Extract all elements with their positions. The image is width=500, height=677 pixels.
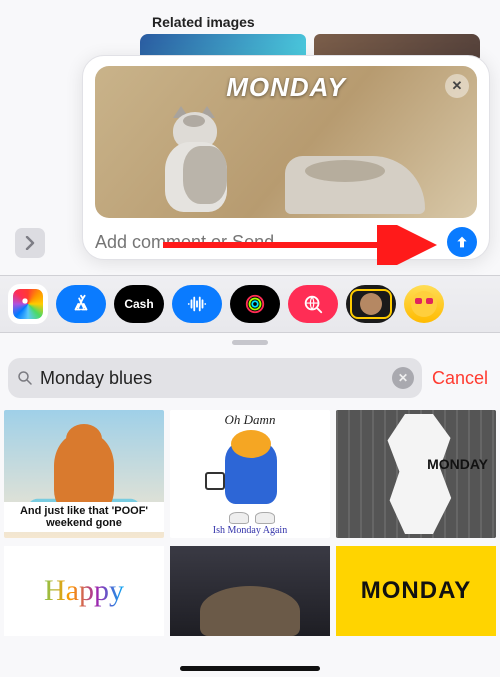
gif-search-input[interactable]: [40, 368, 392, 389]
close-icon: ✕: [452, 78, 463, 94]
activity-rings-icon: [244, 293, 266, 315]
gif-result[interactable]: MONDAY: [336, 410, 496, 538]
globe-search-icon: [302, 293, 324, 315]
gif-result[interactable]: And just like that 'POOF' weekend gone: [4, 410, 164, 538]
app-photos[interactable]: [8, 284, 48, 324]
related-images-label: Related images: [152, 14, 255, 30]
gif-search-row: ✕ Cancel: [8, 358, 492, 398]
heart-eyes-icon: [411, 291, 437, 317]
comment-input[interactable]: [95, 232, 447, 253]
home-indicator[interactable]: [180, 666, 320, 671]
gif-result[interactable]: Oh Damn Ish Monday Again: [170, 410, 330, 538]
app-gifsearch[interactable]: [288, 285, 338, 323]
gif-subtitle: Ish Monday Again: [170, 525, 330, 536]
gif-search-field[interactable]: ✕: [8, 358, 422, 398]
search-icon: [16, 369, 34, 387]
message-compose-card: MONDAY ✕: [82, 55, 490, 260]
appstore-icon: [70, 293, 92, 315]
gif-results-grid: And just like that 'POOF' weekend gone O…: [0, 410, 500, 538]
drawer-grabber[interactable]: [232, 340, 268, 345]
app-memoji[interactable]: [346, 285, 396, 323]
app-applecash[interactable]: Cash: [114, 285, 164, 323]
expand-chevron-button[interactable]: [15, 228, 45, 258]
chevron-right-icon: [25, 236, 35, 250]
app-fitness[interactable]: [230, 285, 280, 323]
clear-search-button[interactable]: ✕: [392, 367, 414, 389]
gif-label: MONDAY: [427, 456, 488, 472]
app-emoji[interactable]: [404, 285, 444, 323]
gif-result[interactable]: [170, 546, 330, 636]
gif-text: MONDAY: [361, 577, 471, 605]
gif-result[interactable]: Happy: [4, 546, 164, 636]
gif-caption: And just like that 'POOF' weekend gone: [4, 502, 164, 532]
arrow-up-icon: [454, 234, 470, 250]
imessage-app-strip[interactable]: Cash: [0, 275, 500, 333]
remove-attachment-button[interactable]: ✕: [445, 74, 469, 98]
gif-caption: MONDAY: [95, 72, 477, 103]
close-icon: ✕: [398, 371, 408, 385]
app-appstore[interactable]: [56, 285, 106, 323]
cash-label: Cash: [124, 297, 153, 311]
cancel-search-button[interactable]: Cancel: [432, 368, 492, 389]
gif-result[interactable]: MONDAY: [336, 546, 496, 636]
waveform-icon: [186, 293, 208, 315]
send-button[interactable]: [447, 227, 477, 257]
app-audio[interactable]: [172, 285, 222, 323]
gif-text: Happy: [44, 574, 124, 608]
gif-results-grid-2: Happy MONDAY: [0, 546, 500, 636]
gif-preview[interactable]: MONDAY ✕: [95, 66, 477, 218]
memoji-face-icon: [360, 293, 382, 315]
